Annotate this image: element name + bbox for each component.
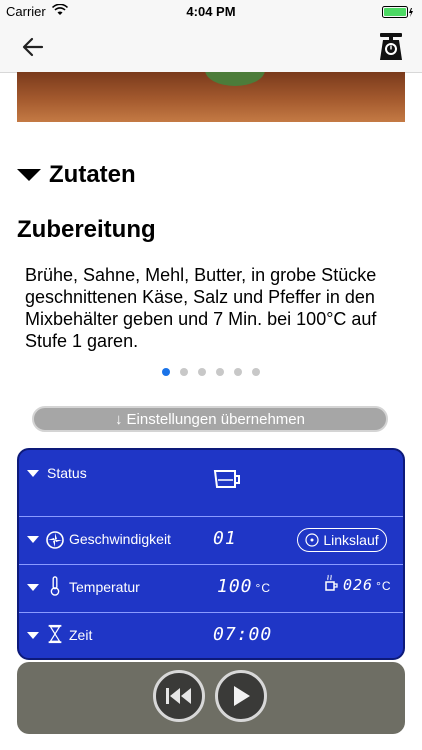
pager-dot[interactable]: [180, 368, 188, 376]
speed-value: 01: [213, 528, 237, 549]
ingredients-heading: Zutaten: [49, 161, 136, 188]
rotation-icon: [305, 533, 319, 547]
previous-step-button[interactable]: [153, 670, 205, 722]
speed-row[interactable]: Geschwindigkeit 01 Linkslauf: [19, 516, 403, 565]
speed-icon: [46, 531, 64, 549]
pager-dot[interactable]: [216, 368, 224, 376]
status-bar: Carrier 4:04 PM: [0, 0, 422, 24]
row-expand-icon: [27, 632, 39, 639]
reverse-rotation-button[interactable]: Linkslauf: [297, 528, 387, 552]
mixing-bowl-icon: [213, 470, 240, 488]
step-pager[interactable]: [0, 368, 422, 376]
temperature-label: Temperatur: [69, 579, 140, 595]
battery-icon: [382, 6, 413, 18]
current-temperature-icon: [325, 574, 338, 591]
pager-dot[interactable]: [162, 368, 170, 376]
row-expand-icon: [27, 536, 39, 543]
current-temperature-unit: °C: [376, 579, 392, 593]
thermometer-icon: [50, 576, 60, 596]
temperature-value: 100: [217, 576, 253, 597]
device-control-panel: Status Geschwindigkeit 01 Linkslauf Temp…: [17, 448, 405, 660]
current-temperature-value: 026: [343, 576, 374, 594]
status-label: Status: [47, 465, 87, 481]
time-label: Zeit: [69, 627, 93, 643]
time-value: 07:00: [213, 624, 273, 645]
play-icon: [234, 686, 250, 706]
arrow-down-icon: ↓: [115, 410, 123, 428]
status-row[interactable]: Status: [19, 450, 403, 517]
hourglass-icon: [48, 624, 62, 644]
pager-dot[interactable]: [252, 368, 260, 376]
clock: 4:04 PM: [186, 4, 236, 19]
skip-back-icon: [166, 688, 191, 704]
temperature-row[interactable]: Temperatur 100 °C 026 °C: [19, 564, 403, 613]
apply-settings-button[interactable]: ↓ Einstellungen übernehmen: [32, 406, 388, 432]
temperature-unit: °C: [255, 581, 271, 595]
apply-settings-label: Einstellungen übernehmen: [126, 410, 305, 428]
row-expand-icon: [27, 470, 39, 477]
row-expand-icon: [27, 584, 39, 591]
back-arrow-icon[interactable]: [20, 34, 46, 60]
time-row[interactable]: Zeit 07:00: [19, 612, 403, 658]
reverse-rotation-label: Linkslauf: [323, 532, 379, 548]
recipe-image: [17, 72, 405, 122]
kitchen-scale-icon[interactable]: [378, 32, 404, 62]
pager-dot[interactable]: [198, 368, 206, 376]
pager-dot[interactable]: [234, 368, 242, 376]
play-button[interactable]: [215, 670, 267, 722]
disclosure-triangle-icon: [17, 169, 41, 181]
instruction-text: Brühe, Sahne, Mehl, Butter, in grobe Stü…: [25, 265, 377, 351]
navigation-bar: [0, 24, 422, 73]
playback-controls: [17, 662, 405, 734]
speed-label: Geschwindigkeit: [69, 531, 171, 547]
preparation-heading: Zubereitung: [17, 216, 156, 243]
ingredients-toggle[interactable]: Zutaten: [17, 160, 136, 190]
basil-leaf-decoration: [205, 72, 265, 86]
